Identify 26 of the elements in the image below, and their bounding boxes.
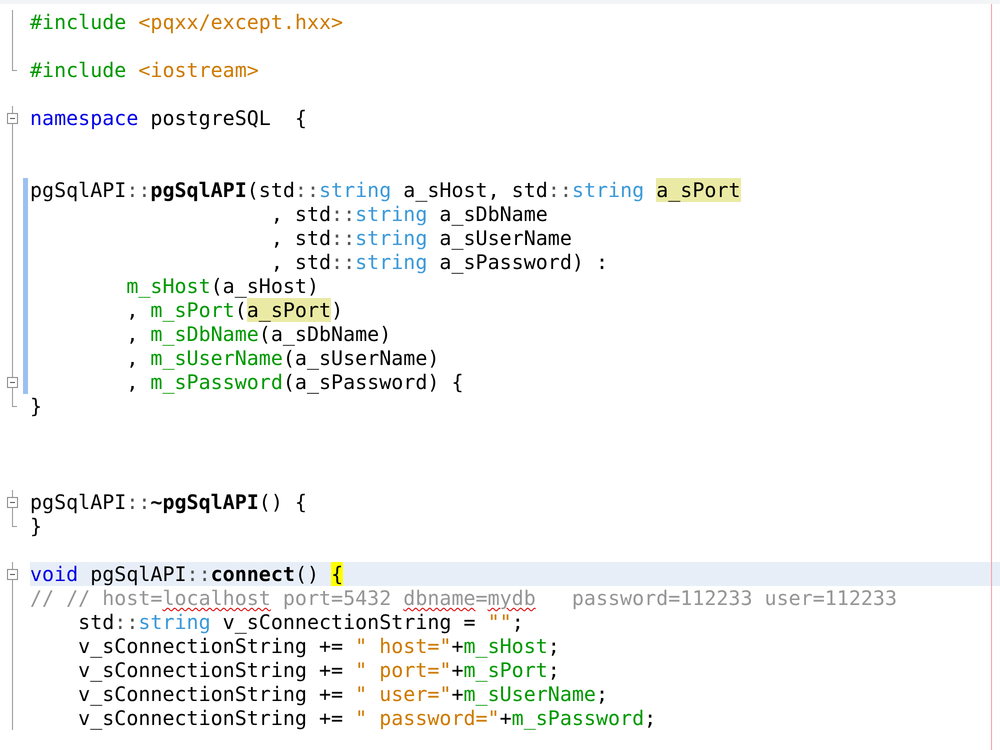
code-line: , m_sPassword(a_sPassword) { — [125, 370, 464, 394]
code-line: std::string v_sConnectionString = ""; — [77, 610, 524, 634]
code-line: , std::string a_sUserName — [270, 226, 572, 250]
code-line: void pgSqlAPI::connect() { — [30, 562, 344, 586]
collapse-icon[interactable] — [7, 113, 18, 124]
code-line: , std::string a_sPassword) : — [270, 250, 608, 274]
code-line: , m_sUserName(a_sUserName) — [125, 346, 440, 370]
code-line: m_sHost(a_sHost) — [125, 274, 319, 298]
collapse-icon[interactable] — [7, 497, 18, 508]
code-line: pgSqlAPI::~pgSqlAPI() { — [30, 490, 307, 514]
code-line: #include <pqxx/except.hxx> — [30, 10, 344, 34]
collapse-icon[interactable] — [7, 569, 18, 580]
code-line: , std::string a_sDbName — [270, 202, 548, 226]
collapse-icon[interactable] — [7, 377, 18, 388]
code-line: // // host=localhost port=5432 dbname=mydb password=112233 user=112233 — [30, 586, 897, 610]
code-line: v_sConnectionString += " host="+m_sHost; — [77, 634, 560, 658]
code-line: , m_sPort(a_sPort) — [125, 298, 344, 322]
code-line: , m_sDbName(a_sDbName) — [125, 322, 392, 346]
code-line: pgSqlAPI::pgSqlAPI(std::string a_sHost, std::string a_sPort — [30, 178, 740, 202]
code-line: } — [30, 514, 42, 538]
code-line: v_sConnectionString += " port="+m_sPort; — [77, 658, 560, 682]
code-line: #include <iostream> — [30, 58, 259, 82]
code-line: v_sConnectionString += " user="+m_sUserName; — [77, 682, 608, 706]
code-line: } — [30, 394, 42, 418]
code-line: v_sConnectionString += " password="+m_sPassword; — [77, 706, 656, 730]
code-line: namespace postgreSQL { — [30, 106, 307, 130]
